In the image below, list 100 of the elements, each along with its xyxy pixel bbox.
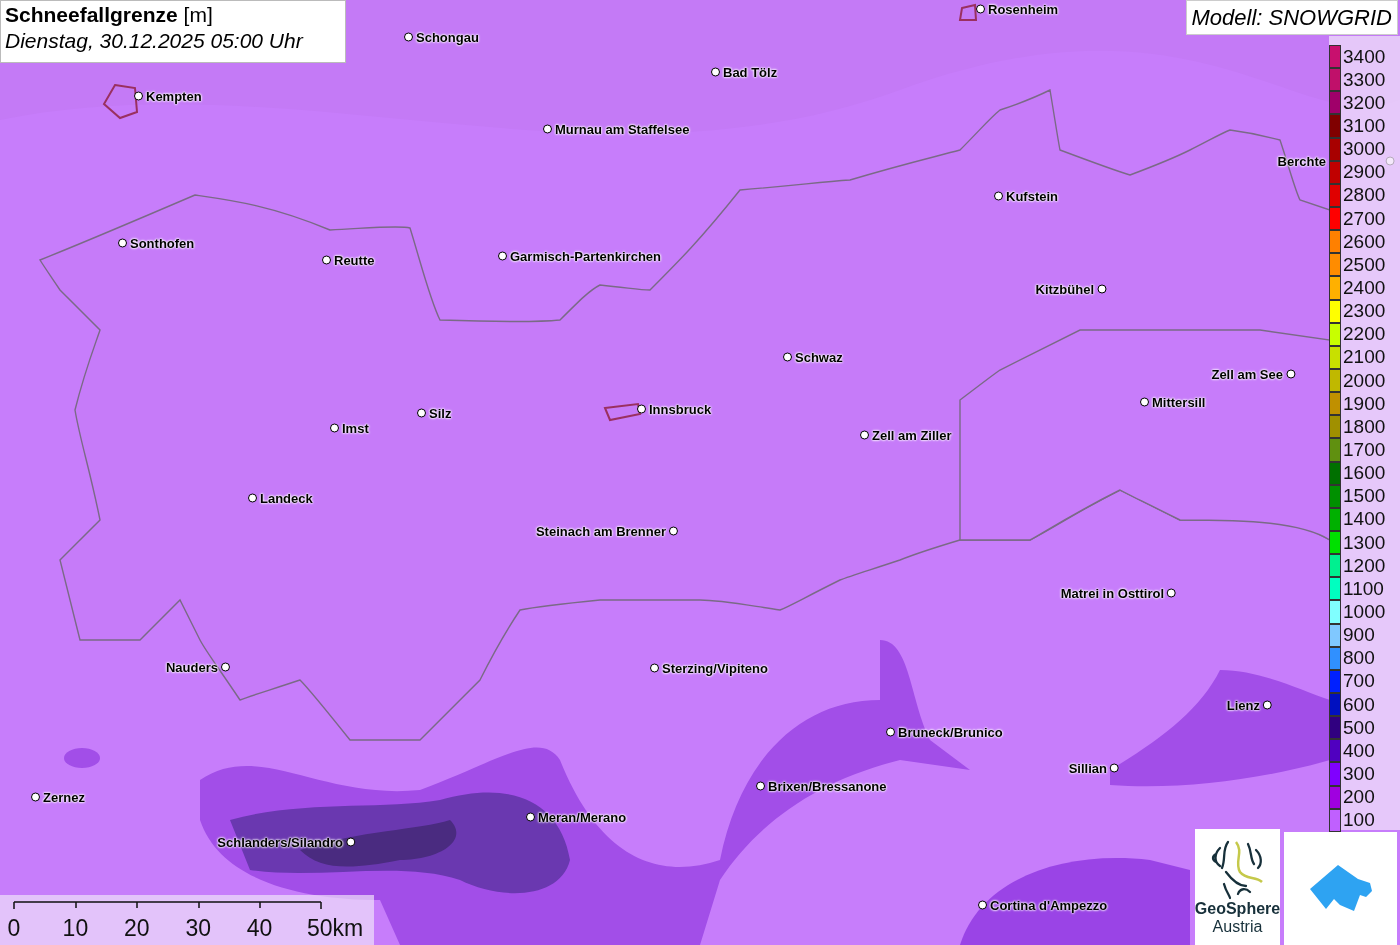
city-marker-icon — [248, 493, 257, 503]
scale-label: 50km — [307, 915, 364, 942]
legend-label: 2300 — [1343, 300, 1386, 323]
legend-label: 2900 — [1343, 161, 1386, 184]
city-marker-icon — [711, 67, 720, 77]
city-label: Zernez — [43, 789, 85, 805]
city-marker-icon — [756, 781, 765, 791]
legend-label: 2600 — [1343, 230, 1386, 253]
city-marker-icon — [1140, 397, 1149, 407]
city-label: Rosenheim — [988, 1, 1059, 17]
legend-label: 2700 — [1343, 207, 1386, 230]
city-label: Silz — [429, 405, 452, 421]
city-label: Nauders — [165, 659, 218, 675]
city-label: Schlanders/Silandro — [217, 834, 343, 850]
legend-label: 200 — [1343, 786, 1375, 809]
legend-label: 2500 — [1343, 253, 1386, 276]
city-label: Brixen/Bressanone — [768, 778, 887, 794]
mountain-cloud-logo-icon — [1307, 864, 1374, 913]
legend-label: 300 — [1343, 762, 1375, 785]
legend-label: 3200 — [1343, 91, 1386, 114]
city-label: Kufstein — [1006, 188, 1058, 204]
city-label: Reutte — [334, 252, 375, 268]
logo-text: GeoSphere — [1194, 900, 1281, 918]
city-marker-icon — [1286, 369, 1295, 379]
city-marker-icon — [417, 408, 426, 418]
city-marker-icon — [221, 662, 230, 672]
city-label: Bruneck/Brunico — [898, 724, 1003, 740]
city-label: Garmisch-Partenkirchen — [510, 248, 661, 264]
legend-label: 400 — [1343, 739, 1375, 762]
city-label: Meran/Merano — [538, 809, 627, 825]
legend-label: 3300 — [1343, 68, 1386, 91]
city-label: Lienz — [1226, 697, 1260, 713]
scale-bar-icon — [13, 901, 323, 910]
city-marker-icon — [976, 4, 985, 14]
city-marker-icon — [134, 91, 143, 101]
city-label: Zell am See — [1211, 366, 1283, 382]
legend-label: 1800 — [1343, 415, 1386, 438]
forecast-time: Dienstag, 30.12.2025 05:00 Uhr — [5, 29, 305, 53]
city-label: Landeck — [260, 490, 313, 506]
city-label: Schongau — [416, 29, 479, 45]
city-marker-icon — [526, 812, 535, 822]
city-marker-icon — [860, 430, 869, 440]
city-label: Mittersill — [1152, 394, 1206, 410]
legend-label: 500 — [1343, 716, 1375, 739]
city-marker-icon — [669, 526, 678, 536]
legend-label: 1500 — [1343, 485, 1386, 508]
city-label: Matrei in Osttirol — [1060, 585, 1164, 601]
city-marker-icon — [322, 255, 331, 265]
legend-label: 1900 — [1343, 392, 1386, 415]
city-marker-icon — [330, 423, 339, 433]
city-marker-icon — [1167, 588, 1176, 598]
city-label: Kempten — [146, 88, 202, 104]
legend-label: 2200 — [1343, 323, 1386, 346]
model-label: Modell: SNOWGRID — [1185, 0, 1398, 35]
city-marker-icon — [543, 124, 552, 134]
city-marker-icon — [1110, 763, 1119, 773]
scale-label: 40 — [246, 915, 273, 942]
city-label: Zell am Ziller — [872, 427, 952, 443]
legend-label: 1000 — [1343, 600, 1386, 623]
scale-label: 10 — [62, 915, 89, 942]
legend-label: 1700 — [1343, 438, 1386, 461]
legend-label: 1600 — [1343, 462, 1386, 485]
logo-text: Austria — [1212, 918, 1263, 936]
city-marker-icon — [650, 663, 659, 673]
legend-label: 700 — [1343, 670, 1375, 693]
city-marker-icon — [404, 32, 413, 42]
legend-label: 1200 — [1343, 554, 1386, 577]
city-label: Cortina d'Ampezzo — [990, 897, 1108, 913]
scale-label: 30 — [185, 915, 211, 942]
legend-label: 1400 — [1343, 508, 1386, 531]
city-marker-icon — [978, 900, 987, 910]
city-label: Steinach am Brenner — [535, 523, 666, 539]
city-label: Sillian — [1068, 760, 1107, 776]
legend-label: 800 — [1343, 647, 1375, 670]
legend-label: 2400 — [1343, 276, 1386, 299]
city-label: Bad Tölz — [723, 64, 778, 80]
scale-label: 0 — [7, 915, 21, 942]
legend-label: 3100 — [1343, 115, 1386, 137]
city-marker-icon — [31, 792, 40, 802]
city-label: Imst — [342, 420, 369, 436]
legend-label: 900 — [1343, 624, 1375, 647]
legend-label: 600 — [1343, 693, 1375, 716]
city-label: Sterzing/Vipiteno — [662, 660, 768, 676]
city-label: Berchte — [1277, 153, 1326, 169]
city-label: Sonthofen — [130, 235, 195, 251]
city-label: Schwaz — [795, 349, 843, 365]
scale-label: 20 — [124, 915, 150, 942]
legend-label: 3000 — [1343, 138, 1386, 161]
city-label: Kitzbühel — [1035, 281, 1094, 297]
city-label: Murnau am Staffelsee — [555, 121, 690, 137]
city-marker-icon — [994, 191, 1003, 201]
legend-label: 2000 — [1343, 369, 1386, 392]
map-title: Schneefallgrenze [m] — [5, 3, 214, 27]
city-marker-icon — [1097, 284, 1106, 294]
legend-label: 3400 — [1343, 45, 1386, 68]
city-marker-icon — [886, 727, 895, 737]
city-marker-icon — [1263, 700, 1272, 710]
city-marker-icon — [637, 404, 646, 414]
city-marker-icon — [118, 238, 127, 248]
legend-label: 1100 — [1343, 577, 1384, 600]
